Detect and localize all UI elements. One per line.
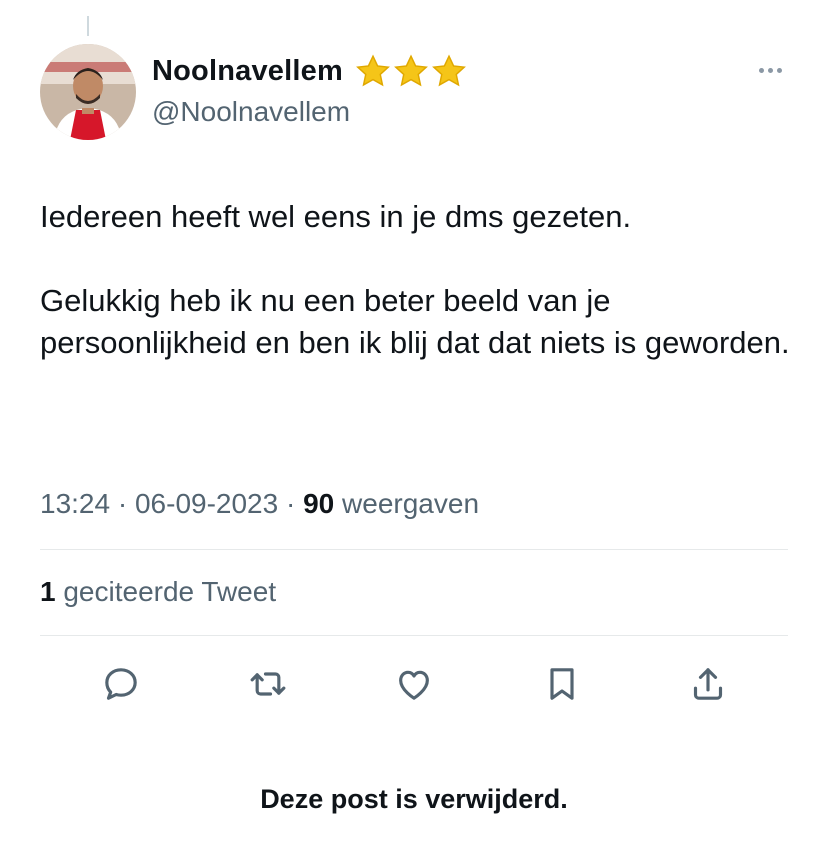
divider (40, 549, 788, 550)
views-label: weergaven (342, 488, 480, 519)
meta-separator: · (117, 488, 128, 519)
author-name-row[interactable]: Noolnavellem (152, 54, 467, 88)
tweet-paragraph: Gelukkig heb ik nu een beter beeld van j… (40, 283, 790, 360)
star-icon (431, 54, 467, 88)
action-bar (0, 662, 828, 706)
like-icon[interactable] (392, 662, 436, 706)
meta-separator: · (285, 488, 296, 519)
quote-label: geciteerde Tweet (63, 576, 277, 607)
author-display-name[interactable]: Noolnavellem (152, 55, 343, 88)
thread-connector-line (87, 16, 89, 36)
author-handle[interactable]: @Noolnavellem (152, 96, 350, 128)
avatar[interactable] (40, 44, 136, 140)
bookmark-icon[interactable] (540, 662, 584, 706)
tweet-detail: Noolnavellem @Noolnavellem Iedereen heef… (0, 0, 828, 844)
share-icon[interactable] (686, 662, 730, 706)
tweet-meta: 13:24 · 06-09-2023 · 90 weergaven (40, 488, 479, 520)
quote-tweets-link[interactable]: 1 geciteerde Tweet (40, 576, 276, 608)
views-count: 90 (303, 488, 335, 519)
tweet-date[interactable]: 06-09-2023 (135, 488, 278, 519)
deleted-post-notice: Deze post is verwijderd. (260, 784, 568, 814)
tweet-paragraph: Iedereen heeft wel eens in je dms gezete… (40, 199, 632, 234)
name-badges (355, 54, 467, 88)
reply-icon[interactable] (99, 662, 143, 706)
tweet-text: Iedereen heeft wel eens in je dms gezete… (40, 196, 790, 364)
retweet-icon[interactable] (246, 662, 290, 706)
tweet-time[interactable]: 13:24 (40, 488, 110, 519)
quote-count: 1 (40, 576, 56, 607)
divider (40, 635, 788, 636)
star-icon (355, 54, 391, 88)
star-icon (393, 54, 429, 88)
more-options-icon[interactable] (752, 60, 788, 80)
